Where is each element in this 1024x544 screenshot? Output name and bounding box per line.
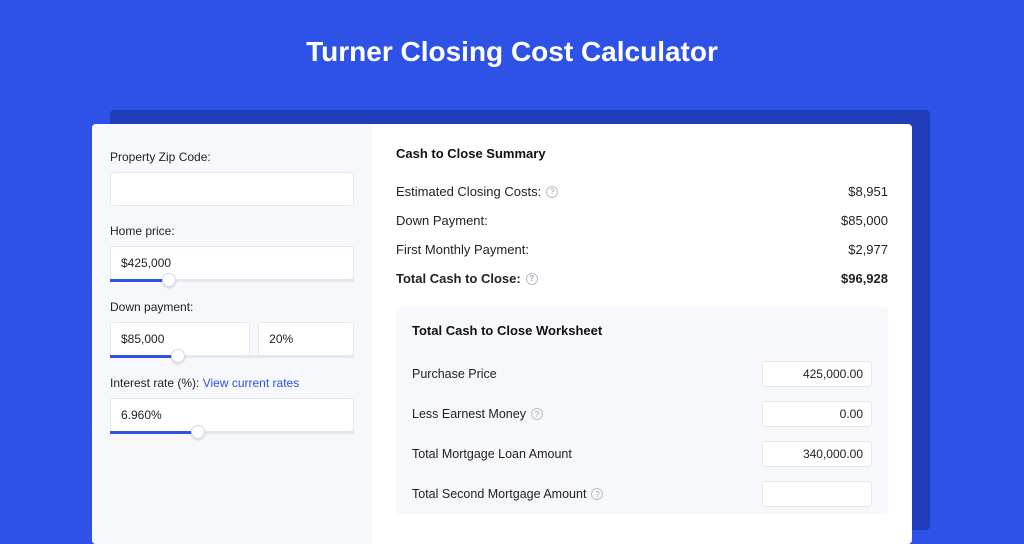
help-icon[interactable]: ?	[591, 488, 603, 500]
worksheet-row-label: Total Mortgage Loan Amount	[412, 447, 572, 461]
worksheet-value-input[interactable]: 340,000.00	[762, 441, 872, 467]
interest-rate-slider[interactable]	[110, 431, 354, 434]
worksheet-row: Less Earnest Money? 0.00	[412, 394, 872, 434]
summary-row-label-text: First Monthly Payment:	[396, 242, 529, 257]
worksheet-value-input[interactable]: 425,000.00	[762, 361, 872, 387]
calculator-panel: Property Zip Code: Home price: $425,000 …	[92, 124, 912, 544]
home-price-slider[interactable]	[110, 279, 354, 282]
down-payment-slider[interactable]	[110, 355, 354, 358]
worksheet-row-label-text: Purchase Price	[412, 367, 497, 381]
home-price-slider-thumb[interactable]	[162, 273, 176, 287]
summary-heading: Cash to Close Summary	[396, 146, 888, 161]
help-icon[interactable]: ?	[526, 273, 538, 285]
down-payment-field: Down payment: $85,000 20%	[110, 300, 354, 358]
worksheet-list: Purchase Price 425,000.00 Less Earnest Mon…	[412, 354, 872, 514]
help-icon[interactable]: ?	[531, 408, 543, 420]
zip-field: Property Zip Code:	[110, 150, 354, 206]
summary-row-label: Down Payment:	[396, 213, 488, 228]
worksheet-row-label-text: Total Second Mortgage Amount	[412, 487, 586, 501]
worksheet-row: Purchase Price 425,000.00	[412, 354, 872, 394]
down-payment-label: Down payment:	[110, 300, 354, 314]
summary-row-label: First Monthly Payment:	[396, 242, 529, 257]
home-price-input[interactable]: $425,000	[110, 246, 354, 280]
page-title: Turner Closing Cost Calculator	[0, 0, 1024, 92]
summary-list: Estimated Closing Costs:? $8,951 Down Paym…	[396, 177, 888, 293]
home-price-slider-fill	[110, 279, 169, 282]
summary-row-value: $8,951	[848, 184, 888, 199]
results-main: Cash to Close Summary Estimated Closing …	[372, 124, 912, 544]
worksheet-row-label: Less Earnest Money?	[412, 407, 543, 421]
summary-row: Down Payment: $85,000	[396, 206, 888, 235]
worksheet-section: Total Cash to Close Worksheet Purchase P…	[396, 307, 888, 514]
summary-row: First Monthly Payment: $2,977	[396, 235, 888, 264]
summary-row-label-text: Total Cash to Close:	[396, 271, 521, 286]
summary-row: Total Cash to Close:? $96,928	[396, 264, 888, 293]
interest-rate-label: Interest rate (%): View current rates	[110, 376, 354, 390]
worksheet-row: Total Second Mortgage Amount?	[412, 474, 872, 514]
summary-row-label: Total Cash to Close:?	[396, 271, 538, 286]
summary-row-label-text: Estimated Closing Costs:	[396, 184, 541, 199]
down-payment-row: $85,000 20%	[110, 322, 354, 356]
summary-row-label-text: Down Payment:	[396, 213, 488, 228]
worksheet-value-input[interactable]	[762, 481, 872, 507]
interest-rate-slider-thumb[interactable]	[191, 425, 205, 439]
worksheet-row-label-text: Less Earnest Money	[412, 407, 526, 421]
interest-rate-field: Interest rate (%): View current rates 6.…	[110, 376, 354, 434]
summary-row-value: $2,977	[848, 242, 888, 257]
down-payment-slider-thumb[interactable]	[171, 349, 185, 363]
summary-row-value: $85,000	[841, 213, 888, 228]
help-icon[interactable]: ?	[546, 186, 558, 198]
home-price-label: Home price:	[110, 224, 354, 238]
worksheet-row: Total Mortgage Loan Amount 340,000.00	[412, 434, 872, 474]
worksheet-row-label-text: Total Mortgage Loan Amount	[412, 447, 572, 461]
interest-rate-slider-fill	[110, 431, 198, 434]
worksheet-row-label: Purchase Price	[412, 367, 497, 381]
zip-label: Property Zip Code:	[110, 150, 354, 164]
summary-row: Estimated Closing Costs:? $8,951	[396, 177, 888, 206]
worksheet-heading: Total Cash to Close Worksheet	[412, 323, 872, 338]
interest-rate-label-text: Interest rate (%):	[110, 376, 199, 390]
zip-input[interactable]	[110, 172, 354, 206]
down-payment-slider-fill	[110, 355, 178, 358]
home-price-field: Home price: $425,000	[110, 224, 354, 282]
down-payment-percent-input[interactable]: 20%	[258, 322, 354, 356]
view-rates-link[interactable]: View current rates	[203, 376, 300, 390]
worksheet-value-input[interactable]: 0.00	[762, 401, 872, 427]
summary-row-value: $96,928	[841, 271, 888, 286]
interest-rate-input[interactable]: 6.960%	[110, 398, 354, 432]
worksheet-row-label: Total Second Mortgage Amount?	[412, 487, 603, 501]
summary-row-label: Estimated Closing Costs:?	[396, 184, 558, 199]
inputs-sidebar: Property Zip Code: Home price: $425,000 …	[92, 124, 372, 544]
